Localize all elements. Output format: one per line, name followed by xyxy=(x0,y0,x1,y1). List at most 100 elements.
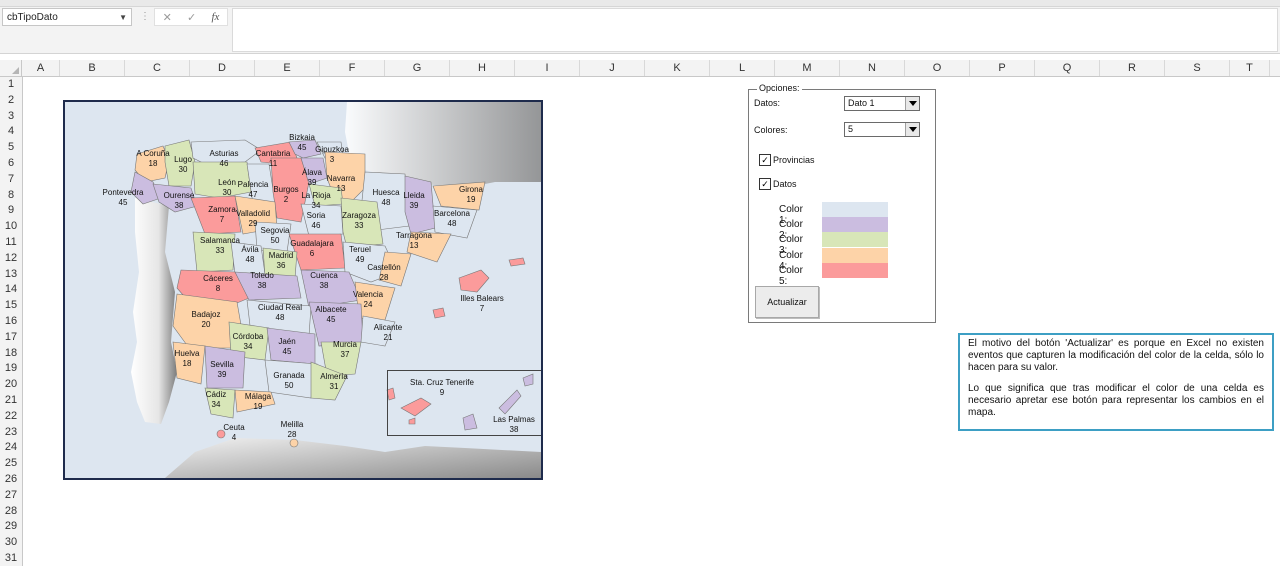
province-name: Segovia xyxy=(260,226,290,235)
row-header[interactable]: 5 xyxy=(0,140,22,155)
province-value: 24 xyxy=(363,300,373,309)
province-name: Ceuta xyxy=(223,423,245,432)
column-header[interactable]: S xyxy=(1165,60,1230,76)
row-header[interactable]: 21 xyxy=(0,393,22,408)
province-name: La Rioja xyxy=(301,191,331,200)
row-header[interactable]: 3 xyxy=(0,109,22,124)
column-header[interactable]: F xyxy=(320,60,385,76)
province-value: 47 xyxy=(248,190,258,199)
province-value: 50 xyxy=(270,236,280,245)
column-header[interactable]: L xyxy=(710,60,775,76)
province-value: 18 xyxy=(148,159,158,168)
column-header[interactable]: Q xyxy=(1035,60,1100,76)
chevron-down-icon[interactable] xyxy=(905,123,919,136)
province-label: Castellón 28 xyxy=(367,263,400,283)
colores-combo[interactable]: 5 xyxy=(844,122,920,137)
row-header[interactable]: 14 xyxy=(0,282,22,297)
row-header[interactable]: 2 xyxy=(0,93,22,108)
province-label: Burgos 2 xyxy=(273,185,298,205)
column-header[interactable]: J xyxy=(580,60,645,76)
row-header[interactable]: 23 xyxy=(0,425,22,440)
column-header[interactable]: T xyxy=(1230,60,1270,76)
row-header[interactable]: 27 xyxy=(0,488,22,503)
row-header[interactable]: 11 xyxy=(0,235,22,250)
chevron-down-icon[interactable] xyxy=(905,97,919,110)
column-header[interactable]: B xyxy=(60,60,125,76)
column-header[interactable]: N xyxy=(840,60,905,76)
province-value: 31 xyxy=(329,382,339,391)
provincias-checkbox[interactable]: ✓ xyxy=(759,154,771,166)
column-header[interactable]: M xyxy=(775,60,840,76)
row-header[interactable]: 24 xyxy=(0,440,22,455)
column-header[interactable]: R xyxy=(1100,60,1165,76)
column-header[interactable]: D xyxy=(190,60,255,76)
row-header[interactable]: 31 xyxy=(0,551,22,566)
province-label: Tarragona 13 xyxy=(396,231,432,251)
province-label: Alicante 21 xyxy=(374,323,402,343)
row-headers: 1 2 3 4 5 6 7 8 9 10 11 12 13 14 15 16 17 18 19 20 21 22 23 24 2… xyxy=(0,77,23,566)
province-label: Guadalajara 6 xyxy=(290,239,334,259)
formula-bar-splitter-icon[interactable]: ⋮ xyxy=(140,11,150,22)
province-name: Madrid xyxy=(268,251,294,260)
row-header[interactable]: 12 xyxy=(0,251,22,266)
datos-checkbox[interactable]: ✓ xyxy=(759,178,771,190)
province-name: A Coruña xyxy=(136,149,170,158)
select-all-corner[interactable] xyxy=(0,60,22,76)
actualizar-button[interactable]: Actualizar xyxy=(755,286,819,318)
chevron-down-icon[interactable]: ▼ xyxy=(119,9,127,27)
row-header[interactable]: 19 xyxy=(0,361,22,376)
province-name: Lugo xyxy=(174,155,192,164)
province-name: Huelva xyxy=(174,349,200,358)
colores-label: Colores: xyxy=(754,125,788,135)
row-header[interactable]: 16 xyxy=(0,314,22,329)
name-box[interactable]: cbTipoDato ▼ xyxy=(2,8,132,26)
row-header[interactable]: 10 xyxy=(0,219,22,234)
row-header[interactable]: 26 xyxy=(0,472,22,487)
province-name: Melilla xyxy=(280,420,304,429)
column-header[interactable]: K xyxy=(645,60,710,76)
row-header[interactable]: 18 xyxy=(0,346,22,361)
row-header[interactable]: 8 xyxy=(0,188,22,203)
column-header[interactable]: P xyxy=(970,60,1035,76)
province-label: Ceuta 4 xyxy=(223,423,244,443)
province-value: 13 xyxy=(409,241,419,250)
province-name: Castellón xyxy=(367,263,401,272)
column-header[interactable]: G xyxy=(385,60,450,76)
cancel-icon[interactable]: ✕ xyxy=(163,11,172,24)
row-header[interactable]: 17 xyxy=(0,330,22,345)
row-header[interactable]: 9 xyxy=(0,203,22,218)
row-header[interactable]: 1 xyxy=(0,77,22,92)
enter-icon[interactable]: ✓ xyxy=(187,11,196,24)
formula-input[interactable] xyxy=(232,8,1278,52)
row-header[interactable]: 15 xyxy=(0,298,22,313)
column-header[interactable]: E xyxy=(255,60,320,76)
insert-function-icon[interactable]: fx xyxy=(211,11,219,23)
row-header[interactable]: 13 xyxy=(0,267,22,282)
row-header[interactable]: 20 xyxy=(0,377,22,392)
province-label: Toledo 38 xyxy=(250,271,274,291)
colores-combo-value: 5 xyxy=(848,124,854,134)
row-header[interactable]: 7 xyxy=(0,172,22,187)
column-header[interactable]: I xyxy=(515,60,580,76)
province-label: Almería 31 xyxy=(320,372,348,392)
options-legend: Opciones: xyxy=(757,83,802,93)
column-header[interactable]: H xyxy=(450,60,515,76)
province-label: Gipuzkoa 3 xyxy=(315,145,349,165)
datos-combo[interactable]: Dato 1 xyxy=(844,96,920,111)
row-header[interactable]: 25 xyxy=(0,456,22,471)
row-header[interactable]: 30 xyxy=(0,535,22,550)
row-header[interactable]: 6 xyxy=(0,156,22,171)
row-header[interactable]: 22 xyxy=(0,409,22,424)
column-header[interactable]: A xyxy=(22,60,60,76)
column-header[interactable]: O xyxy=(905,60,970,76)
row-header[interactable]: 28 xyxy=(0,504,22,519)
row-header[interactable]: 29 xyxy=(0,519,22,534)
province-label: Cádiz 34 xyxy=(206,390,226,410)
province-value: 7 xyxy=(219,215,225,224)
province-name: Málaga xyxy=(244,392,272,401)
column-header[interactable]: C xyxy=(125,60,190,76)
formula-actions: ✕ ✓ fx xyxy=(154,8,228,26)
province-name: Barcelona xyxy=(433,209,471,218)
row-header[interactable]: 4 xyxy=(0,124,22,139)
datos-label: Datos: xyxy=(754,98,781,108)
